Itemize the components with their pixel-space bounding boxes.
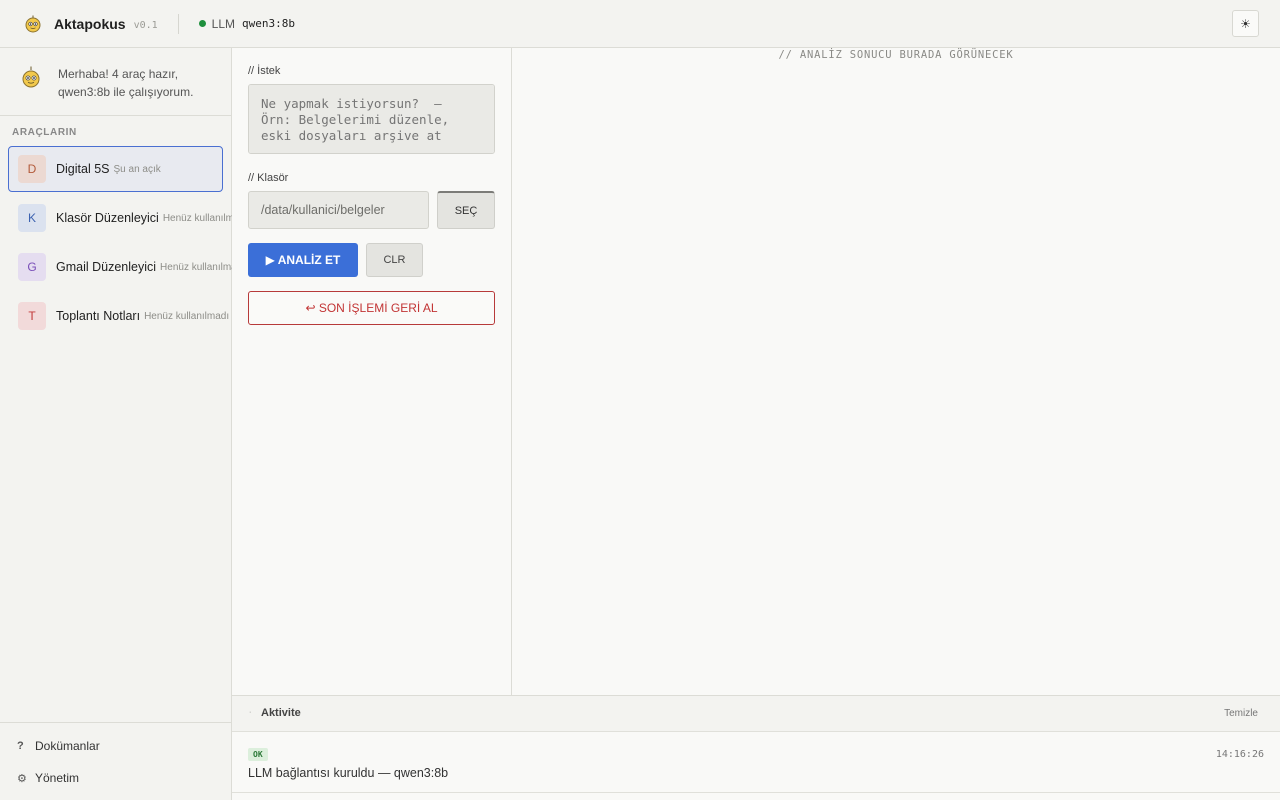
log-divider	[232, 792, 1280, 793]
tool-item-klasor-duzenleyici[interactable]: K Klasör Düzenleyici Henüz kullanılmadı	[8, 195, 232, 241]
result-panel: // ANALİZ SONUCU BURADA GÖRÜNECEK	[512, 48, 1280, 695]
request-label: // İstek	[248, 65, 281, 77]
top-divider	[177, 13, 179, 34]
docs-link[interactable]: ? Dokümanlar	[17, 739, 100, 753]
mascot-icon	[22, 66, 40, 88]
question-icon: ?	[17, 740, 24, 752]
tool-name: Gmail Düzenleyici	[56, 260, 157, 274]
collapse-toggle-icon[interactable]: ·	[249, 709, 251, 716]
tool-item-toplanti-notlari[interactable]: T Toplantı Notları Henüz kullanılmadı	[8, 293, 229, 339]
top-bar: Aktapokus v0.1 LLM qwen3:8b ☀	[0, 0, 1280, 48]
app-version: v0.1	[133, 19, 158, 31]
pick-folder-button[interactable]: SEÇ	[437, 191, 495, 229]
theme-toggle-button[interactable]: ☀	[1232, 10, 1259, 37]
tool-name: Digital 5S	[56, 162, 110, 176]
activity-header[interactable]: · Aktivite Temizle	[232, 696, 1280, 732]
llm-status-dot-icon	[198, 20, 206, 27]
admin-label: Yönetim	[35, 771, 80, 785]
tool-status: Şu an açık	[113, 163, 161, 175]
tool-list: D Digital 5S Şu an açık K Klasör Düzenle…	[8, 146, 232, 342]
docs-label: Dokümanlar	[35, 739, 100, 753]
tool-item-digital-5s[interactable]: D Digital 5S Şu an açık	[8, 146, 223, 192]
tool-status: Henüz kullanılmadı	[162, 212, 232, 224]
folder-placeholder: /data/kullanici/belgeler	[261, 203, 385, 217]
tool-name: Klasör Düzenleyici	[56, 211, 159, 225]
tool-status: Henüz kullanılmadı	[144, 310, 230, 322]
tools-section-title: ARAÇLARIN	[12, 127, 77, 138]
log-time: 14:16:26	[1215, 749, 1264, 760]
analyze-button[interactable]: ▶ ANALİZ ET	[248, 243, 358, 277]
tool-badge: K	[18, 204, 46, 232]
app-name: Aktapokus	[54, 15, 126, 32]
mascot-logo-icon	[25, 15, 41, 32]
activity-clear-button[interactable]: Temizle	[1224, 708, 1258, 719]
form-panel: // İstek // Klasör /data/kullanici/belge…	[232, 48, 512, 695]
tool-item-gmail-duzenleyici[interactable]: G Gmail Düzenleyici Henüz kullanılmadı	[8, 244, 232, 290]
tool-badge: T	[18, 302, 46, 330]
brand: Aktapokus v0.1	[24, 15, 158, 33]
admin-link[interactable]: ⚙ Yönetim	[17, 771, 79, 785]
activity-title: Aktivite	[261, 707, 301, 719]
result-placeholder: // ANALİZ SONUCU BURADA GÖRÜNECEK	[778, 49, 1014, 61]
log-status-badge: OK	[248, 748, 268, 761]
tool-badge: D	[18, 155, 46, 183]
request-input[interactable]	[248, 84, 495, 154]
greeting-panel: Merhaba! 4 araç hazır, qwen3:8b ile çalı…	[0, 48, 231, 116]
llm-model: qwen3:8b	[242, 17, 295, 30]
activity-panel: · Aktivite Temizle OK LLM bağlantısı kur…	[232, 695, 1280, 800]
sidebar: Merhaba! 4 araç hazır, qwen3:8b ile çalı…	[0, 48, 232, 800]
log-message: LLM bağlantısı kuruldu — qwen3:8b	[248, 766, 449, 780]
undo-last-action-button[interactable]: ↩ SON İŞLEMİ GERİ AL	[248, 291, 495, 325]
folder-input[interactable]: /data/kullanici/belgeler	[248, 191, 429, 229]
clear-button[interactable]: CLR	[366, 243, 423, 277]
llm-label: LLM	[211, 16, 236, 31]
tool-name: Toplantı Notları	[56, 309, 141, 323]
gear-icon: ⚙	[17, 772, 27, 785]
folder-label: // Klasör	[248, 172, 289, 184]
sidebar-footer: ? Dokümanlar ⚙ Yönetim	[0, 722, 231, 800]
sun-icon: ☀	[1240, 16, 1251, 31]
greeting-text: Merhaba! 4 araç hazır, qwen3:8b ile çalı…	[58, 67, 194, 99]
tool-badge: G	[18, 253, 46, 281]
tool-status: Henüz kullanılmadı	[160, 261, 232, 273]
